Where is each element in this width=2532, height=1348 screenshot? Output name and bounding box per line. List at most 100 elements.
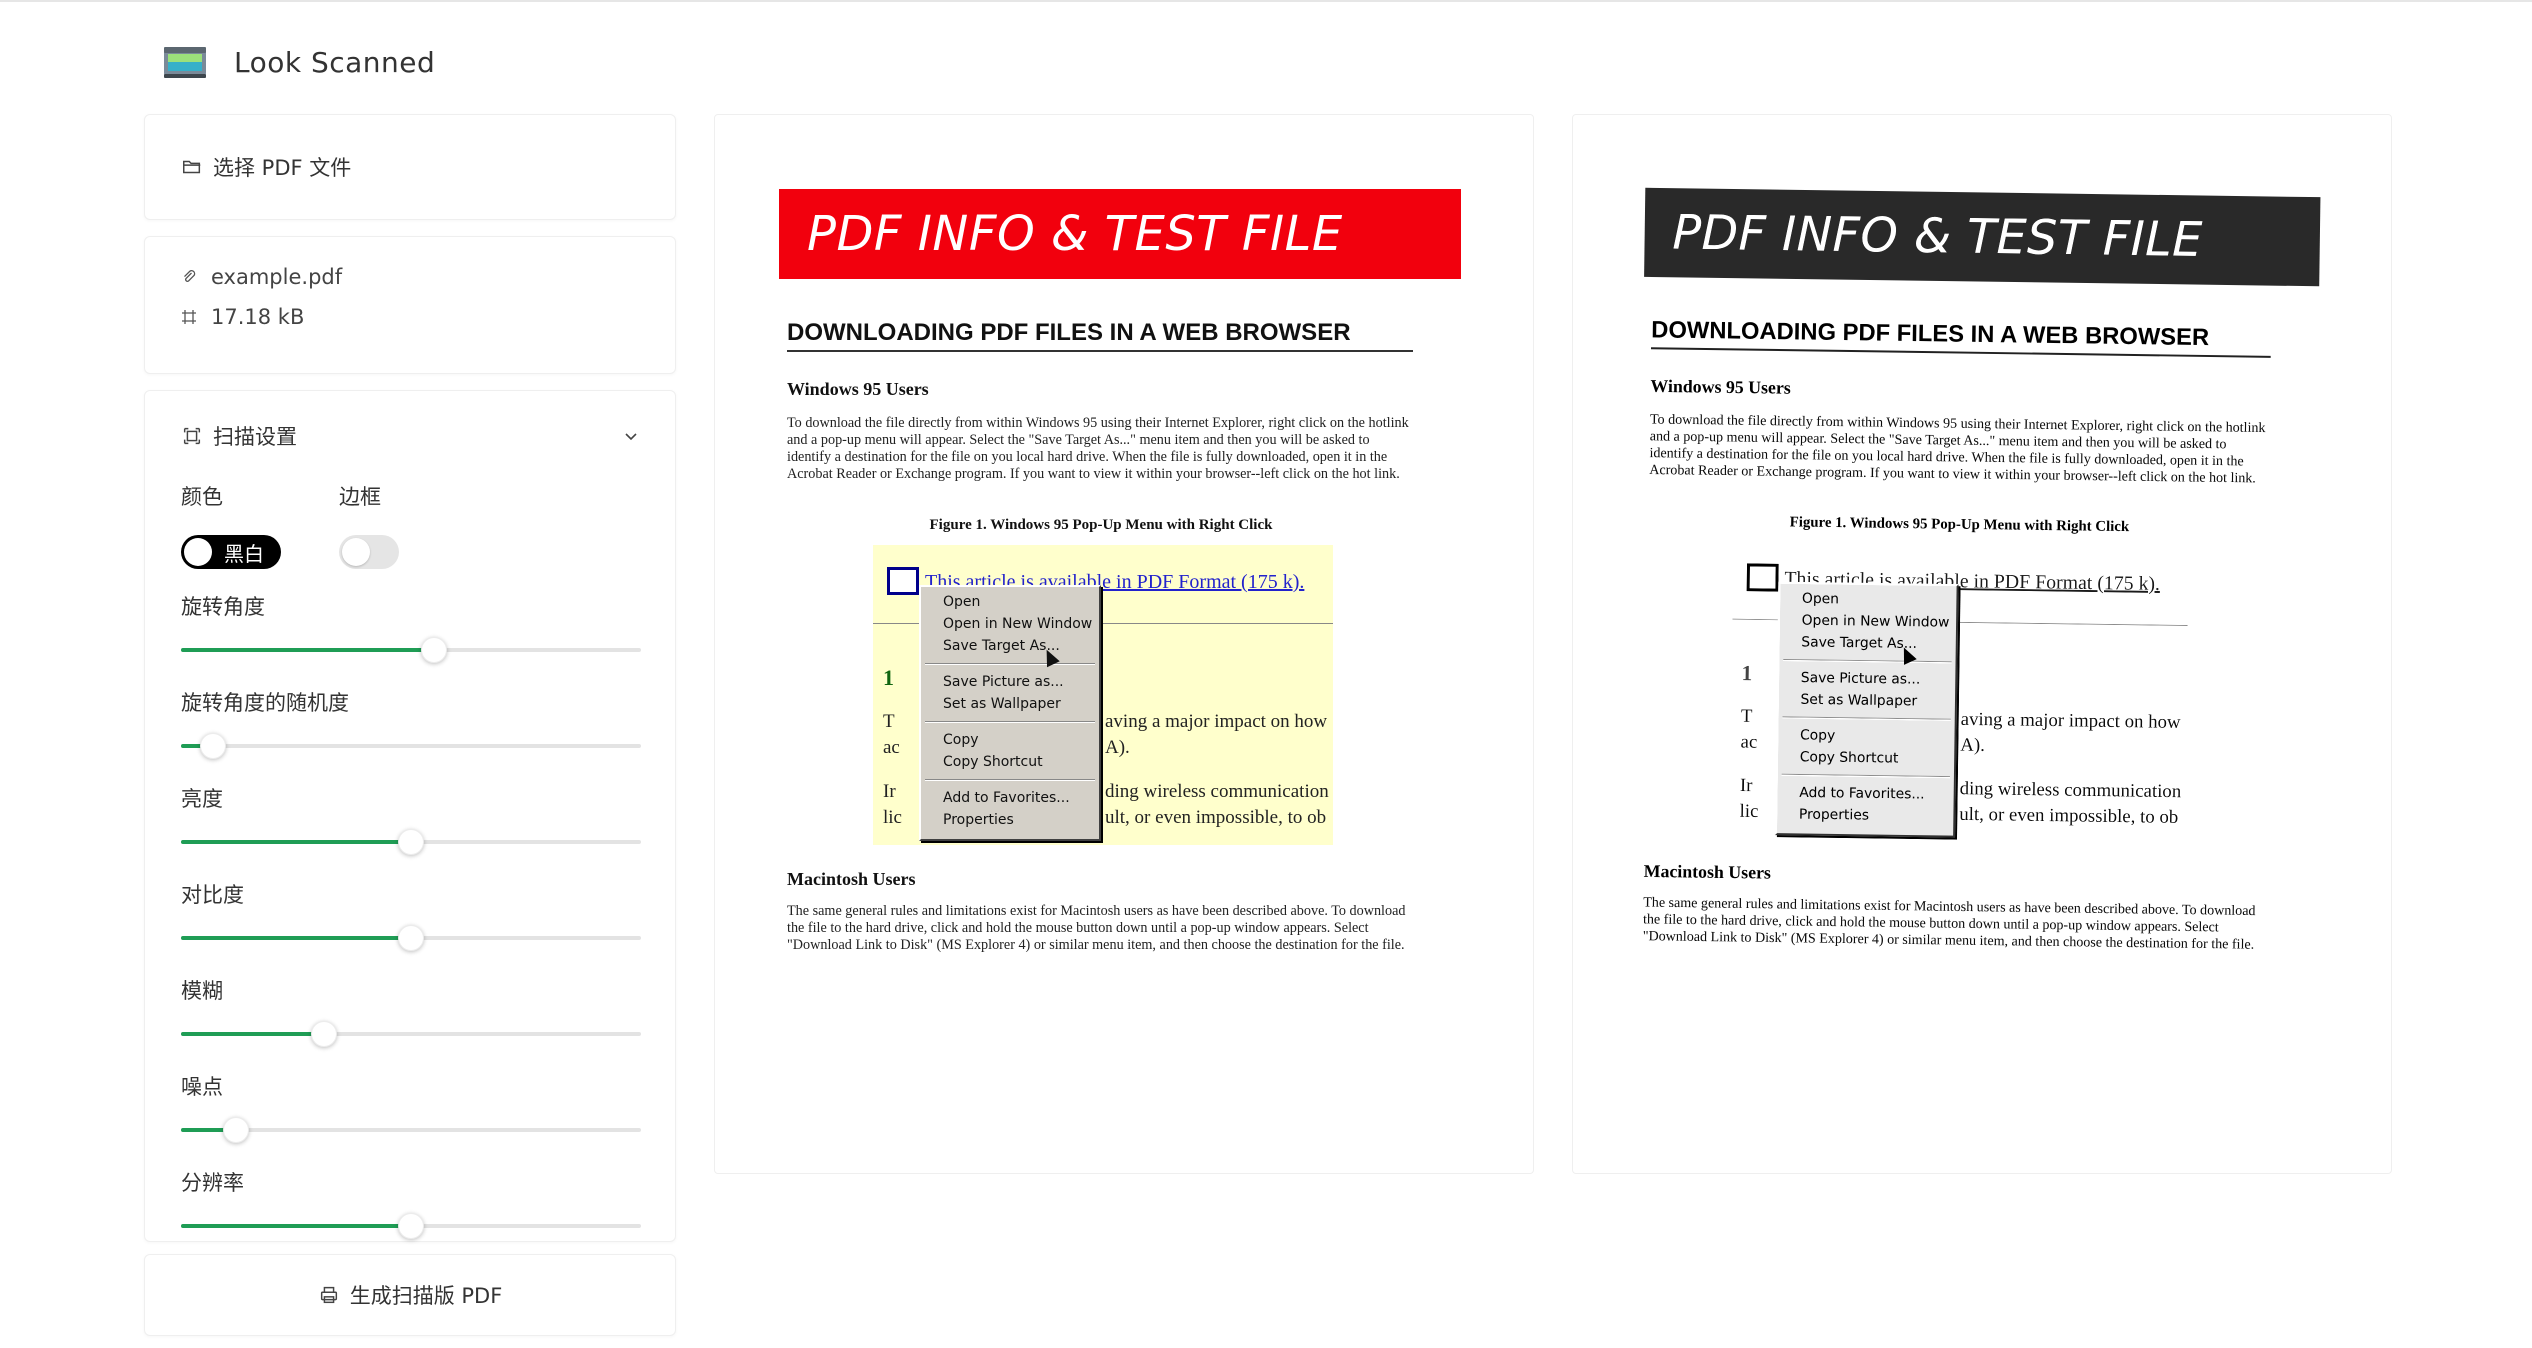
section1-title: Windows 95 Users [787,379,929,399]
slider-thumb[interactable] [398,829,424,855]
figure-bg-text: Ir [883,781,896,802]
slider-group: 对比度 [181,879,641,953]
slider-label: 亮度 [181,787,223,811]
slider-fill [181,840,411,844]
pdf-heading: DOWNLOADING PDF FILES IN A WEB BROWSER [1650,316,2272,358]
slider[interactable] [181,731,641,761]
menu-item: Copy [943,732,979,748]
figure-bg-text: ac [1740,731,1758,753]
select-pdf-button[interactable]: 选择 PDF 文件 [144,114,676,220]
slider-thumb[interactable] [398,925,424,951]
section1-title: Windows 95 Users [1650,375,1791,398]
scan-frame-icon [183,427,201,445]
slider[interactable] [181,635,641,665]
slider-thumb[interactable] [200,733,227,759]
slider-group: 噪点 [181,1071,641,1145]
color-toggle[interactable]: 黑白 [181,535,281,569]
generate-label: 生成扫描版 PDF [349,1284,503,1308]
slider[interactable] [181,1019,641,1049]
pdf-banner: PDF INFO & TEST FILE [779,189,1461,279]
figure-caption: Figure 1. Windows 95 Pop-Up Menu with Ri… [1789,514,2130,536]
slider[interactable] [181,1115,641,1145]
menu-item: Add to Favorites... [1799,784,1925,803]
slider-fill [181,1224,411,1228]
menu-item: Copy Shortcut [943,754,1043,770]
section1-text: To download the file directly from withi… [1649,411,2266,487]
section2-title: Macintosh Users [1643,860,1772,883]
generate-scanned-pdf-button[interactable]: 生成扫描版 PDF [144,1254,676,1336]
file-size: 17.18 kB [211,305,305,329]
menu-item: Open [943,594,981,610]
pdf-page: PDF INFO & TEST FILE DOWNLOADING PDF FIL… [1573,115,2391,1173]
slider-track [181,744,641,748]
scan-settings-header[interactable]: 扫描设置 [181,421,639,451]
slider-fill [181,936,411,940]
slider-thumb[interactable] [421,637,447,663]
slider-group: 旋转角度 [181,591,641,665]
slider[interactable] [181,1211,641,1241]
border-toggle[interactable] [339,535,399,569]
section2-text: The same general rules and limitations e… [1642,894,2256,953]
figure-bg-text: lic [883,807,902,828]
section2-title: Macintosh Users [787,869,916,889]
menu-separator [1783,658,1952,664]
slider-label: 分辨率 [181,1171,244,1195]
file-name: example.pdf [211,265,343,289]
color-toggle-knob [184,538,212,566]
menu-item: Open in New Window [1801,612,1950,631]
figure-bg-text: T [1740,705,1753,727]
slider-label: 模糊 [181,979,223,1003]
menu-item: Save Target As... [943,638,1060,654]
figure-bg-text: 1 [1741,660,1753,686]
app-title: Look Scanned [234,45,436,79]
slider-fill [181,648,434,652]
slider-thumb[interactable] [310,1021,337,1047]
slider-group: 旋转角度的随机度 [181,687,641,761]
ie-icon [1746,563,1779,592]
pdf-banner: PDF INFO & TEST FILE [1644,187,2321,287]
top-divider [0,0,2532,2]
figure-bg-text: aving a major impact on how [1960,708,2181,733]
slider-thumb[interactable] [223,1117,250,1143]
border-label: 边框 [339,485,381,509]
figure-bg-text: A). [1105,737,1130,758]
figure-screenshot: This article is available in PDF Format … [1729,541,2189,845]
figure-bg-text: ding wireless communication : [1959,778,2189,803]
menu-item: Save Picture as... [943,674,1064,690]
select-pdf-label: 选择 PDF 文件 [213,156,352,180]
slider-group: 模糊 [181,975,641,1049]
figure-bg-text: ult, or even impossible, to ob [1959,804,2179,828]
menu-item: Set as Wallpaper [1800,691,1918,710]
figure-bg-text: 1 [883,665,894,690]
figure-screenshot: This article is available in PDF Format … [873,545,1333,845]
section2-text: The same general rules and limitations e… [787,903,1406,953]
slider-thumb[interactable] [398,1213,424,1239]
slider[interactable] [181,827,641,857]
file-info-card: example.pdf 17.18 kB [144,236,676,374]
chevron-down-icon[interactable] [623,428,639,444]
slider[interactable] [181,923,641,953]
menu-separator [925,663,1095,665]
pdf-heading: DOWNLOADING PDF FILES IN A WEB BROWSER [787,319,1413,352]
menu-separator [1781,773,1950,779]
scanner-icon [164,47,206,78]
scan-settings-panel: 扫描设置 颜色 边框 黑白 旋转角度 旋转角度的随机度 亮度 对比度 模糊 噪点 分辨率 [144,390,676,1242]
figure-bg-text: A). [1960,734,1986,756]
context-menu: Open Open in New Window Save Target As..… [919,585,1101,841]
paperclip-icon [184,270,196,282]
figure-bg-text: ult, or even impossible, to ob [1105,807,1327,828]
menu-item: Set as Wallpaper [943,696,1061,712]
menu-separator [925,779,1095,781]
menu-item: Properties [943,812,1014,828]
context-menu: Open Open in New Window Save Target As..… [1774,581,1959,838]
menu-item: Open [1801,590,1840,608]
figure-bg-text: lic [1739,800,1759,822]
original-pdf-preview: PDF INFO & TEST FILE DOWNLOADING PDF FIL… [714,114,1534,1174]
figure-caption: Figure 1. Windows 95 Pop-Up Menu with Ri… [929,517,1273,533]
app-header: Look Scanned [162,40,435,84]
slider-group: 分辨率 [181,1167,641,1241]
slider-label: 对比度 [181,883,244,907]
menu-item: Add to Favorites... [943,790,1070,806]
figure-bg-text: Ir [1739,775,1753,797]
resize-icon [182,310,196,324]
